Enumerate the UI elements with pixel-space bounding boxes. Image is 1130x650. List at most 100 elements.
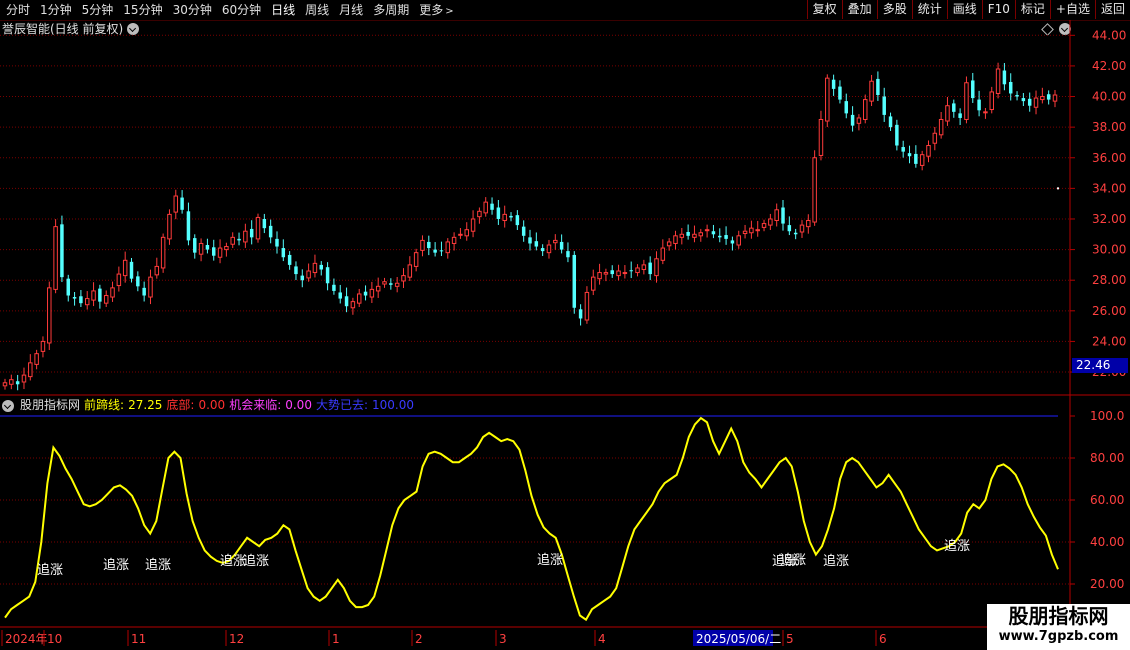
tool-button[interactable]: 标记 (1014, 0, 1050, 19)
tab-period[interactable]: 30分钟 (167, 0, 216, 20)
candle-body (559, 241, 564, 250)
candle-body (692, 233, 697, 238)
price-tick-label: 42.00 (1092, 59, 1126, 73)
candle-body (1027, 98, 1032, 106)
tab-period[interactable]: 多周期 (367, 0, 413, 20)
candle-body (755, 229, 760, 232)
tool-button[interactable]: 多股 (876, 0, 912, 19)
candle-body (793, 232, 798, 235)
price-chart[interactable]: 22.0024.0026.0028.0030.0032.0034.0036.00… (0, 0, 1130, 650)
tab-period[interactable]: 5分钟 (76, 0, 118, 20)
date-label: 12 (229, 632, 244, 646)
candle-body (394, 282, 400, 287)
candle-body (490, 203, 494, 210)
candle-body (319, 264, 324, 270)
candle-body (888, 116, 893, 128)
price-tick-label: 24.00 (1092, 334, 1126, 348)
candle-body (584, 291, 590, 321)
candle-body (895, 124, 899, 146)
candle-body (325, 267, 330, 284)
candle-body (433, 249, 437, 253)
candle-body (1021, 98, 1026, 102)
candle-body (635, 267, 640, 274)
candle-body (850, 114, 855, 126)
tab-period[interactable]: 周线 (299, 0, 333, 20)
tool-button[interactable]: +自选 (1049, 0, 1095, 19)
candle-body (509, 215, 513, 218)
indicator-tick-label: 60.00 (1090, 493, 1124, 507)
indicator-line (4, 416, 1059, 622)
candle-body (856, 117, 862, 124)
candle-body (698, 232, 704, 237)
candle-body (47, 287, 52, 344)
candle-body (122, 259, 128, 277)
candle-body (160, 236, 166, 269)
candle-body (502, 213, 507, 222)
candle-body (167, 213, 172, 240)
candle-body (186, 211, 191, 241)
date-label: 2 (415, 632, 423, 646)
chevron-down-icon[interactable] (2, 399, 14, 412)
candle-body (521, 226, 526, 236)
period-tabs: 分时 1分钟 5分钟 15分钟 30分钟 60分钟 日线 周线 月线 多周期 更… (0, 0, 458, 20)
tab-period[interactable]: 60分钟 (216, 0, 265, 20)
date-label: 10 (47, 632, 62, 646)
tab-period[interactable]: 月线 (333, 0, 367, 20)
watermark: 股朋指标网 www.7gpzb.com (987, 604, 1130, 650)
candle-body (294, 266, 298, 275)
signal-label: 追涨 (772, 553, 798, 569)
tab-period-active[interactable]: 日线 (265, 0, 299, 20)
tab-period[interactable]: 分时 (0, 0, 34, 20)
price-tick-label: 30.00 (1092, 243, 1126, 257)
tool-button[interactable]: F10 (981, 0, 1015, 19)
signal-label: 追涨 (103, 557, 129, 573)
chevron-down-icon[interactable] (1059, 23, 1071, 35)
candle-body (528, 237, 532, 244)
candle-body (79, 296, 83, 304)
tool-button[interactable]: 画线 (946, 0, 982, 19)
candle-body (724, 235, 728, 239)
candle-body (427, 241, 431, 249)
date-label: 11 (131, 632, 146, 646)
candle-body (1040, 96, 1045, 101)
candle-body (958, 113, 962, 118)
tool-button[interactable]: 叠加 (841, 0, 877, 19)
price-tick-label: 44.00 (1092, 28, 1126, 42)
candle-body (439, 250, 444, 252)
candle-body (281, 248, 286, 258)
candle-body (464, 229, 469, 237)
current-price-box (1072, 358, 1128, 373)
candle-body (407, 264, 413, 278)
candle-body (1052, 94, 1058, 102)
candle-body (458, 233, 463, 236)
tab-period[interactable]: 1分钟 (34, 0, 76, 20)
tool-button[interactable]: 统计 (911, 0, 947, 19)
indicator-item-value: 0.00 (198, 398, 226, 412)
candle-body (451, 236, 457, 244)
candle-body (389, 283, 393, 285)
candle-body (1015, 95, 1019, 97)
candle-body (413, 252, 419, 267)
chevron-down-icon[interactable] (127, 23, 140, 35)
signal-label: 追涨 (243, 553, 269, 569)
candle-body (66, 278, 70, 296)
candle-body (312, 262, 318, 274)
diamond-icon[interactable] (1041, 23, 1054, 36)
candle-body (193, 238, 197, 253)
candle-body (666, 241, 672, 247)
tool-button[interactable]: 复权 (806, 0, 842, 19)
candle-body (306, 270, 311, 279)
cursor-date-label: 2025/05/06/二 (696, 632, 781, 646)
candle-body (382, 281, 387, 285)
candle-body (964, 82, 969, 120)
candle-body (211, 247, 216, 256)
candle-body (572, 254, 577, 308)
tab-period[interactable]: 15分钟 (117, 0, 166, 20)
candle-body (116, 273, 122, 287)
tool-button[interactable]: 返回 (1094, 0, 1130, 19)
indicator-item-value: 0.00 (285, 398, 312, 412)
candle-body (648, 262, 652, 275)
tab-more[interactable]: 更多 > (413, 0, 457, 20)
candle-body (838, 86, 842, 100)
candle-body (40, 340, 46, 352)
